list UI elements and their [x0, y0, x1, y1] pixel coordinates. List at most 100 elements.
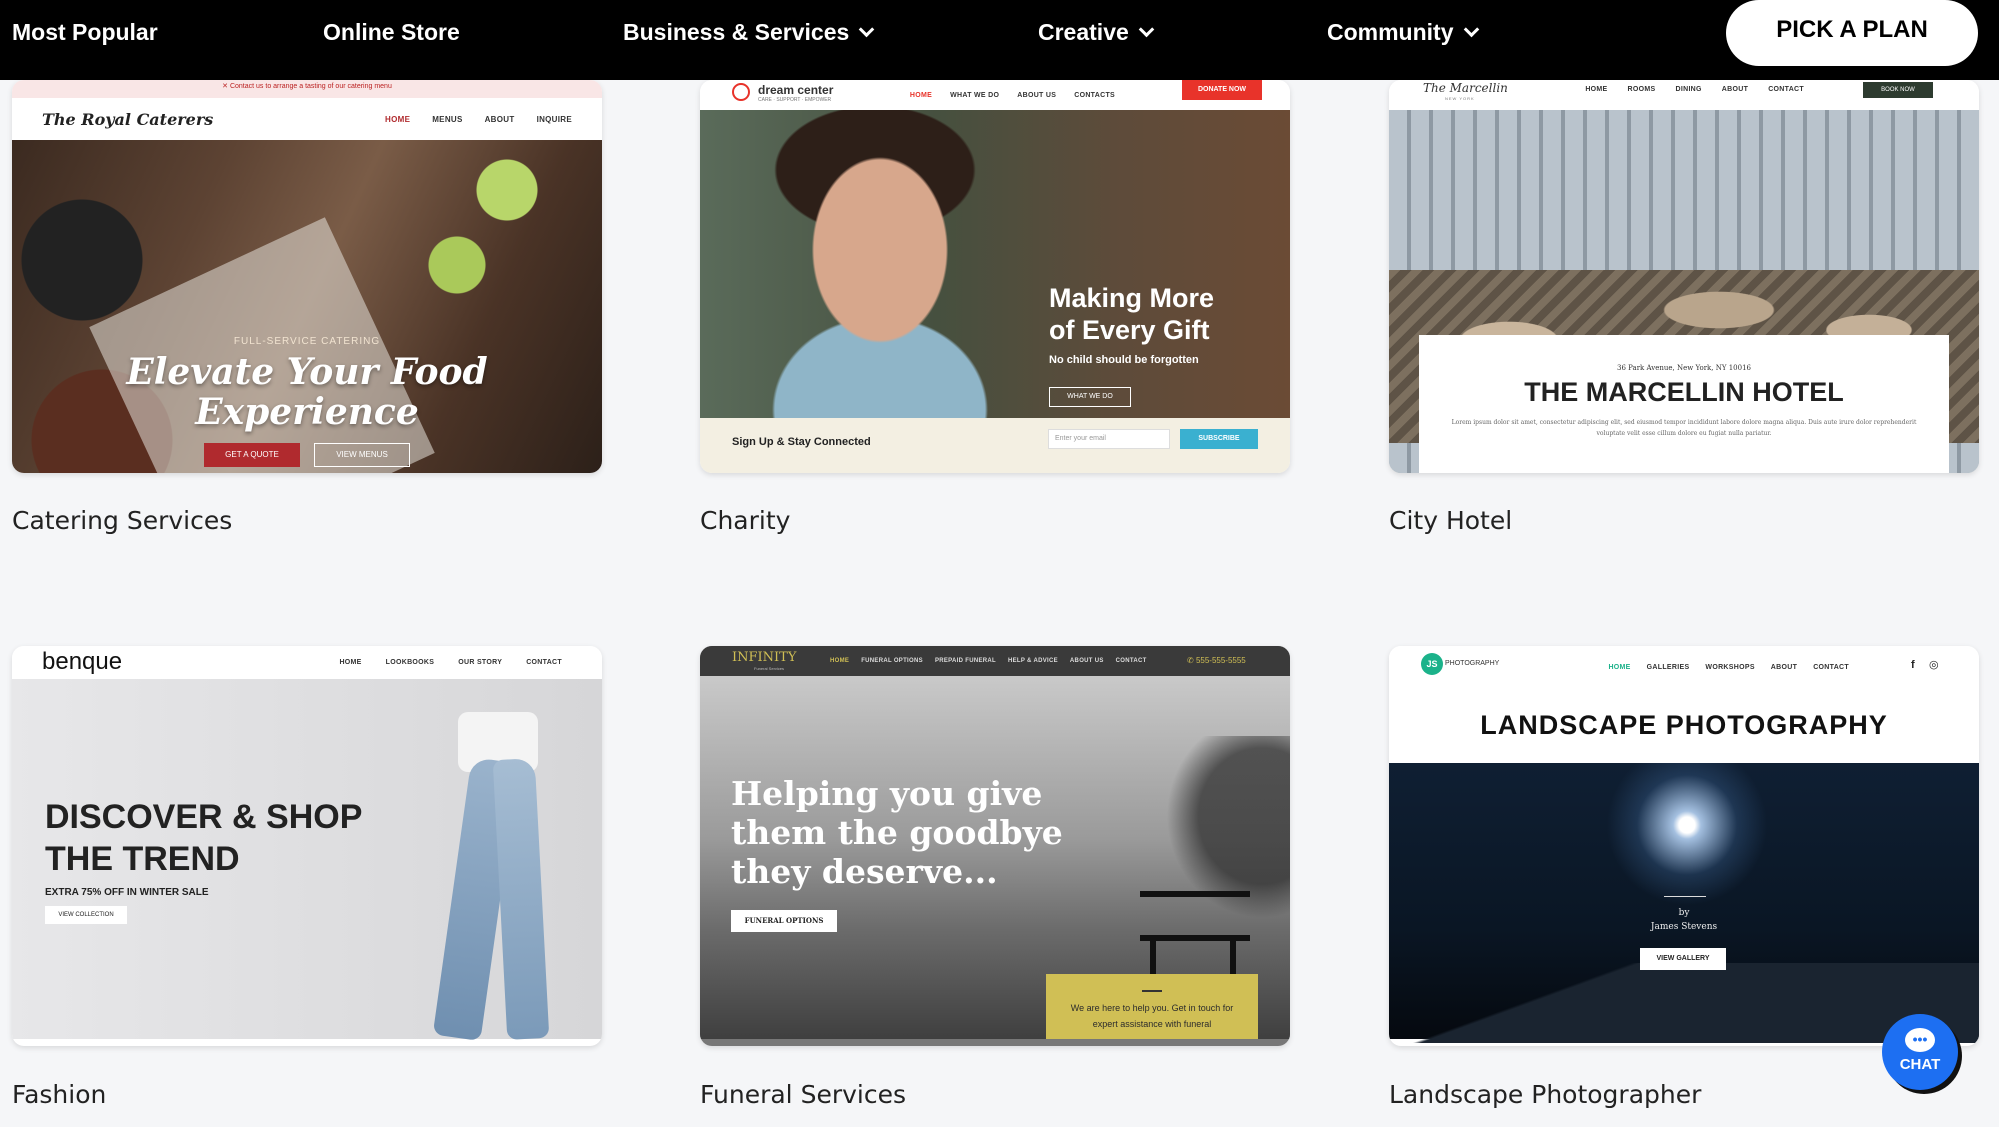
- hero-headline: DISCOVER & SHOP THE TREND: [45, 796, 362, 880]
- headline-line: them the goodbye: [731, 813, 1063, 852]
- landscape-title: LANDSCAPE PHOTOGRAPHY: [1389, 688, 1979, 763]
- preview-brand: The Royal Caterers: [42, 109, 214, 129]
- headline-line: Making More: [1049, 283, 1215, 313]
- preview-link: HOME: [1608, 663, 1631, 671]
- preview-topbar: ✕ Contact us to arrange a tasting of our…: [12, 80, 602, 98]
- template-title[interactable]: Catering Services: [12, 506, 232, 535]
- template-preview-funeral[interactable]: INFINITY Funeral Services HOME FUNERAL O…: [700, 646, 1290, 1046]
- nav-online-store[interactable]: Online Store: [323, 0, 460, 64]
- preview-links: HOME LOOKBOOKS OUR STORY CONTACT: [339, 659, 562, 666]
- nav-most-popular[interactable]: Most Popular: [12, 0, 158, 64]
- template-title[interactable]: Landscape Photographer: [1389, 1080, 1701, 1109]
- signup-bar: Sign Up & Stay Connected Enter your emai…: [700, 418, 1290, 473]
- template-title[interactable]: Funeral Services: [700, 1080, 906, 1109]
- template-preview-city-hotel[interactable]: The Marcellin NEW YORK HOME ROOMS DINING…: [1389, 80, 1979, 473]
- preview-link: ABOUT: [1721, 86, 1749, 93]
- contact-box-line: expert assistance with funeral: [1092, 1019, 1212, 1029]
- topbar-text: Contact us to arrange a tasting of our c…: [229, 83, 392, 90]
- nav-label: Creative: [1038, 19, 1129, 45]
- preview-links: HOME WHAT WE DO ABOUT US CONTACTS: [910, 92, 1115, 99]
- preview-link: ABOUT US: [1069, 658, 1104, 664]
- jeans-right-leg: [492, 758, 550, 1040]
- preview-link: INQUIRE: [536, 114, 572, 124]
- preview-nav: INFINITY Funeral Services HOME FUNERAL O…: [700, 646, 1290, 676]
- preview-link: HOME: [385, 114, 411, 124]
- headline-line: of Every Gift: [1049, 315, 1210, 345]
- signup-text: Sign Up & Stay Connected: [732, 436, 871, 448]
- chevron-down-icon: [1138, 21, 1155, 38]
- instagram-icon: ◎: [1929, 659, 1939, 671]
- hotel-info-card: 36 Park Avenue, New York, NY 10016 THE M…: [1419, 335, 1949, 473]
- contact-box-line: We are here to help you. Get in touch fo…: [1070, 1003, 1234, 1013]
- preview-tagline: CARE · SUPPORT · EMPOWER: [758, 97, 832, 103]
- flower-logo-icon: [732, 83, 750, 101]
- nav-creative[interactable]: Creative: [1038, 0, 1155, 64]
- preview-link: MENUS: [432, 114, 463, 124]
- facebook-icon: f: [1911, 659, 1915, 671]
- preview-link: OUR STORY: [458, 659, 503, 666]
- headline-line: DISCOVER & SHOP: [45, 798, 363, 836]
- chat-label: CHAT: [1899, 1056, 1941, 1073]
- template-preview-fashion[interactable]: benque HOME LOOKBOOKS OUR STORY CONTACT …: [12, 646, 602, 1046]
- template-preview-charity[interactable]: dream center CARE · SUPPORT · EMPOWER HO…: [700, 80, 1290, 473]
- chat-button[interactable]: ••• CHAT: [1882, 1014, 1958, 1090]
- preview-link: FUNERAL OPTIONS: [861, 658, 923, 664]
- preview-link: HELP & ADVICE: [1008, 658, 1058, 664]
- preview-nav: dream center CARE · SUPPORT · EMPOWER HO…: [700, 80, 1290, 110]
- hotel-title: THE MARCELLIN HOTEL: [1524, 377, 1844, 407]
- template-preview-landscape[interactable]: JS PHOTOGRAPHY HOME GALLERIES WORKSHOPS …: [1389, 646, 1979, 1046]
- preview-link: CONTACT: [1768, 86, 1804, 93]
- nav-business-services[interactable]: Business & Services: [623, 0, 875, 64]
- hero-kicker: FULL-SERVICE CATERING: [233, 336, 381, 347]
- book-now-button: BOOK NOW: [1863, 82, 1933, 98]
- hero-subtitle: No child should be forgotten: [1049, 354, 1199, 366]
- credit-by: by: [1678, 908, 1690, 918]
- chevron-down-icon: [859, 21, 875, 38]
- divider: [1664, 896, 1706, 897]
- preview-links: HOME MENUS ABOUT INQUIRE: [385, 115, 572, 124]
- preview-link: HOME: [909, 91, 933, 99]
- preview-link: HOME: [339, 659, 362, 666]
- chevron-down-icon: [1463, 21, 1479, 38]
- template-title[interactable]: City Hotel: [1389, 506, 1512, 535]
- phone-number: ✆ 555-555-5555: [1187, 656, 1246, 665]
- preview-brand: The Marcellin: [1423, 81, 1508, 95]
- preview-link: GALLERIES: [1646, 663, 1690, 671]
- top-navigation: Most Popular Online Store Business & Ser…: [0, 0, 1999, 80]
- hero-headline: Helping you give them the goodbye they des…: [731, 774, 1063, 891]
- template-title[interactable]: Charity: [700, 506, 790, 535]
- funeral-options-button: FUNERAL OPTIONS: [731, 910, 837, 932]
- preview-link: CONTACT: [526, 659, 562, 666]
- preview-link: CONTACT: [1813, 663, 1849, 671]
- headline-line: THE TREND: [45, 840, 240, 878]
- preview-nav: JS PHOTOGRAPHY HOME GALLERIES WORKSHOPS …: [1389, 646, 1979, 688]
- preview-link: CONTACTS: [1074, 91, 1115, 99]
- template-title[interactable]: Fashion: [12, 1080, 106, 1109]
- get-quote-button: GET A QUOTE: [204, 443, 300, 467]
- template-preview-catering[interactable]: ✕ Contact us to arrange a tasting of our…: [12, 80, 602, 473]
- nav-label: Business & Services: [623, 19, 850, 45]
- subscribe-button: SUBSCRIBE: [1180, 429, 1258, 449]
- landscape-hero-image: [1389, 763, 1979, 1043]
- hero-headline: Elevate Your Food Experience: [12, 352, 602, 432]
- preview-brand: INFINITY: [732, 650, 797, 665]
- view-gallery-button: VIEW GALLERY: [1640, 948, 1726, 970]
- preview-link: WHAT WE DO: [950, 91, 1000, 99]
- credit-author: James Stevens: [1650, 922, 1718, 932]
- preview-link: WORKSHOPS: [1705, 663, 1755, 671]
- email-field: Enter your email: [1048, 429, 1170, 449]
- headline-line: Elevate Your Food: [126, 351, 488, 393]
- preview-brand-sub: Funeral Services: [754, 666, 785, 671]
- hotel-body: Lorem ipsum dolor sit amet, consectetur …: [1451, 419, 1917, 437]
- preview-links: HOME FUNERAL OPTIONS PREPAID FUNERAL HEL…: [830, 658, 1147, 664]
- headline-line: Experience: [195, 391, 419, 433]
- view-menus-button: VIEW MENUS: [314, 443, 410, 467]
- preview-link: ABOUT: [484, 114, 515, 124]
- charity-hero-image: [700, 110, 1290, 418]
- preview-links: HOME ROOMS DINING ABOUT CONTACT: [1585, 86, 1804, 93]
- hotel-address: 36 Park Avenue, New York, NY 10016: [1617, 364, 1751, 372]
- preview-link: CONTACT: [1115, 658, 1147, 664]
- pick-a-plan-button[interactable]: PICK A PLAN: [1726, 0, 1978, 66]
- nav-community[interactable]: Community: [1327, 0, 1479, 64]
- nav-label: Online Store: [323, 19, 460, 45]
